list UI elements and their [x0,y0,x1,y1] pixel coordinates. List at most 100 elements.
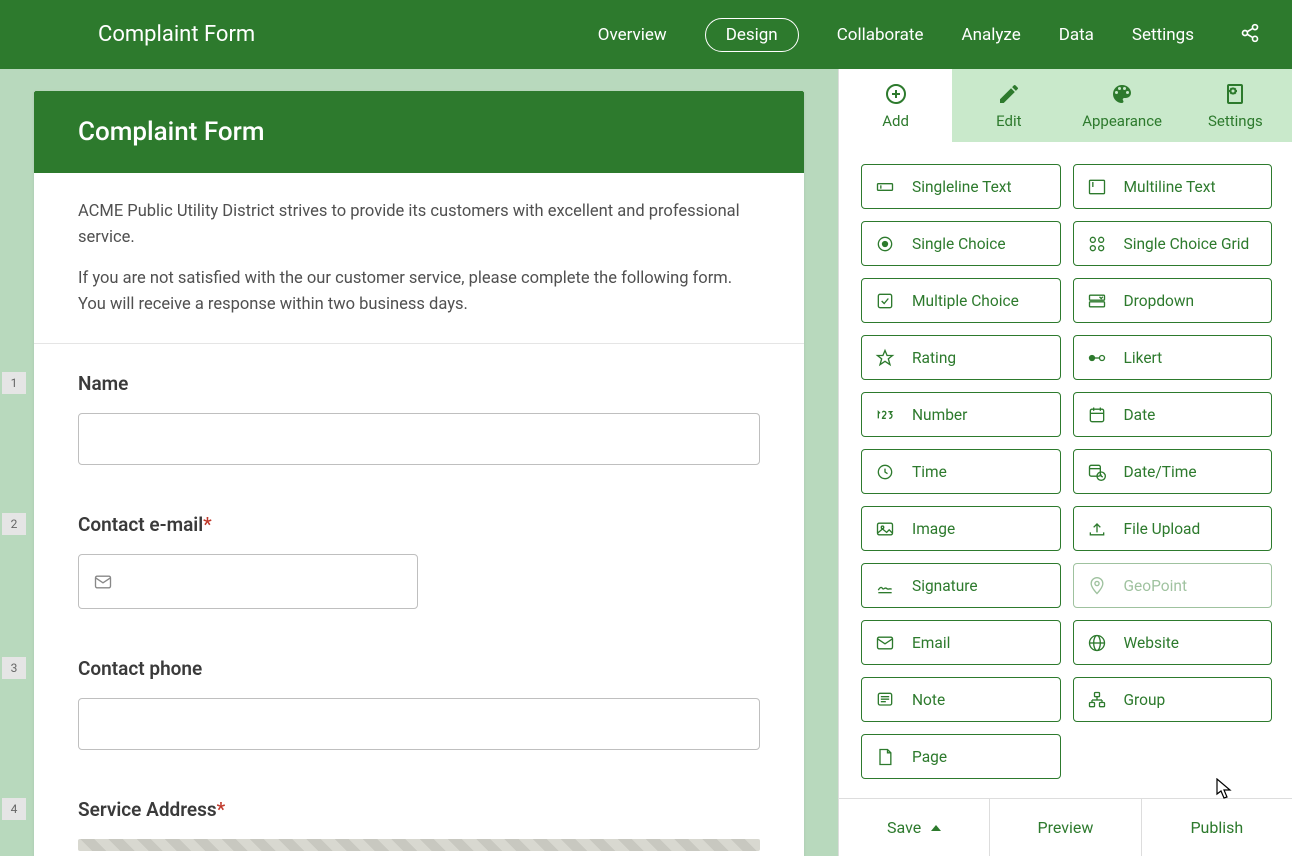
form-canvas: Complaint Form ACME Public Utility Distr… [34,91,804,856]
field-label: Contact phone [78,657,760,680]
share-icon[interactable] [1240,23,1260,47]
field-label: Contact e-mail* [78,513,760,536]
field-type-geopoint: GeoPoint [1073,563,1273,608]
email-icon [874,632,896,654]
nav-settings[interactable]: Settings [1132,25,1194,45]
multiple-choice-icon [874,290,896,312]
multiline-icon [1086,176,1108,198]
field-type-note[interactable]: Note [861,677,1061,722]
form-desc-p1: ACME Public Utility District strives to … [78,199,760,250]
preview-button[interactable]: Preview [990,799,1141,856]
group-icon [1086,689,1108,711]
single-choice-icon [874,233,896,255]
field-type-single-choice[interactable]: Single Choice [861,221,1061,266]
field-type-label: Image [912,520,955,538]
image-icon [874,518,896,540]
field-service-address[interactable]: 4 Service Address* [34,770,804,856]
field-type-label: Dropdown [1124,292,1195,310]
field-type-label: Group [1124,691,1166,709]
app-title: Complaint Form [98,22,255,47]
topbar: Complaint Form Overview Design Collabora… [0,0,1292,69]
field-type-label: Single Choice [912,235,1006,253]
field-type-time[interactable]: Time [861,449,1061,494]
publish-button[interactable]: Publish [1142,799,1292,856]
form-description: ACME Public Utility District strives to … [34,173,804,344]
field-type-grid: Singleline Text Multiline Text Single Choi… [839,142,1292,798]
field-type-group[interactable]: Group [1073,677,1273,722]
field-number-badge: 4 [2,798,26,820]
name-input[interactable] [78,413,760,465]
number-icon [874,404,896,426]
tab-add[interactable]: Add [839,69,952,142]
field-type-signature[interactable]: Signature [861,563,1061,608]
signature-icon [874,575,896,597]
palette-icon [1110,82,1134,106]
field-type-website[interactable]: Website [1073,620,1273,665]
field-email[interactable]: 2 Contact e-mail* [34,485,804,629]
caret-up-icon [931,825,941,831]
tab-settings[interactable]: Settings [1179,69,1292,142]
field-number-badge: 1 [2,372,26,394]
field-type-date[interactable]: Date [1073,392,1273,437]
field-label: Service Address* [78,798,760,821]
field-type-label: Website [1124,634,1180,652]
field-type-label: Signature [912,577,978,595]
field-label: Name [78,372,760,395]
fileupload-icon [1086,518,1108,540]
field-number-badge: 2 [2,513,26,535]
form-title: Complaint Form [78,117,760,147]
tab-edit[interactable]: Edit [952,69,1065,142]
field-type-label: Multiple Choice [912,292,1019,310]
dropdown-icon [1086,290,1108,312]
field-type-multiline[interactable]: Multiline Text [1073,164,1273,209]
field-phone[interactable]: 3 Contact phone [34,629,804,770]
field-type-likert[interactable]: Likert [1073,335,1273,380]
website-icon [1086,632,1108,654]
nav-design[interactable]: Design [705,18,799,52]
nav-overview[interactable]: Overview [598,25,667,45]
nav-analyze[interactable]: Analyze [961,25,1020,45]
save-button[interactable]: Save [839,799,990,856]
field-type-label: Page [912,748,947,766]
map-preview[interactable] [78,839,760,851]
field-type-label: File Upload [1124,520,1201,538]
pencil-icon [997,82,1021,106]
field-type-label: Email [912,634,950,652]
canvas-area: Complaint Form ACME Public Utility Distr… [0,69,838,856]
field-type-label: Number [912,406,967,424]
form-desc-p2: If you are not satisfied with the our cu… [78,266,760,317]
field-type-label: Note [912,691,945,709]
tab-appearance[interactable]: Appearance [1066,69,1179,142]
field-type-label: Rating [912,349,956,367]
field-type-dropdown[interactable]: Dropdown [1073,278,1273,323]
field-type-datetime[interactable]: Date/Time [1073,449,1273,494]
envelope-icon [93,572,113,592]
nav-collaborate[interactable]: Collaborate [837,25,924,45]
field-type-label: Time [912,463,947,481]
datetime-icon [1086,461,1108,483]
field-type-singleline[interactable]: Singleline Text [861,164,1061,209]
field-number-badge: 3 [2,657,26,679]
field-type-number[interactable]: Number [861,392,1061,437]
time-icon [874,461,896,483]
field-type-email[interactable]: Email [861,620,1061,665]
field-type-label: GeoPoint [1124,577,1188,595]
field-type-single-choice-grid[interactable]: Single Choice Grid [1073,221,1273,266]
note-icon [874,689,896,711]
field-type-fileupload[interactable]: File Upload [1073,506,1273,551]
field-type-label: Singleline Text [912,178,1012,196]
field-type-label: Likert [1124,349,1163,367]
field-type-label: Date/Time [1124,463,1197,481]
phone-input[interactable] [78,698,760,750]
field-name[interactable]: 1 Name [34,344,804,485]
field-type-rating[interactable]: Rating [861,335,1061,380]
field-type-label: Multiline Text [1124,178,1216,196]
likert-icon [1086,347,1108,369]
nav: Overview Design Collaborate Analyze Data… [598,18,1260,52]
email-input[interactable] [78,554,418,609]
field-type-page[interactable]: Page [861,734,1061,779]
nav-data[interactable]: Data [1059,25,1094,45]
field-type-multiple-choice[interactable]: Multiple Choice [861,278,1061,323]
field-type-image[interactable]: Image [861,506,1061,551]
singleline-icon [874,176,896,198]
